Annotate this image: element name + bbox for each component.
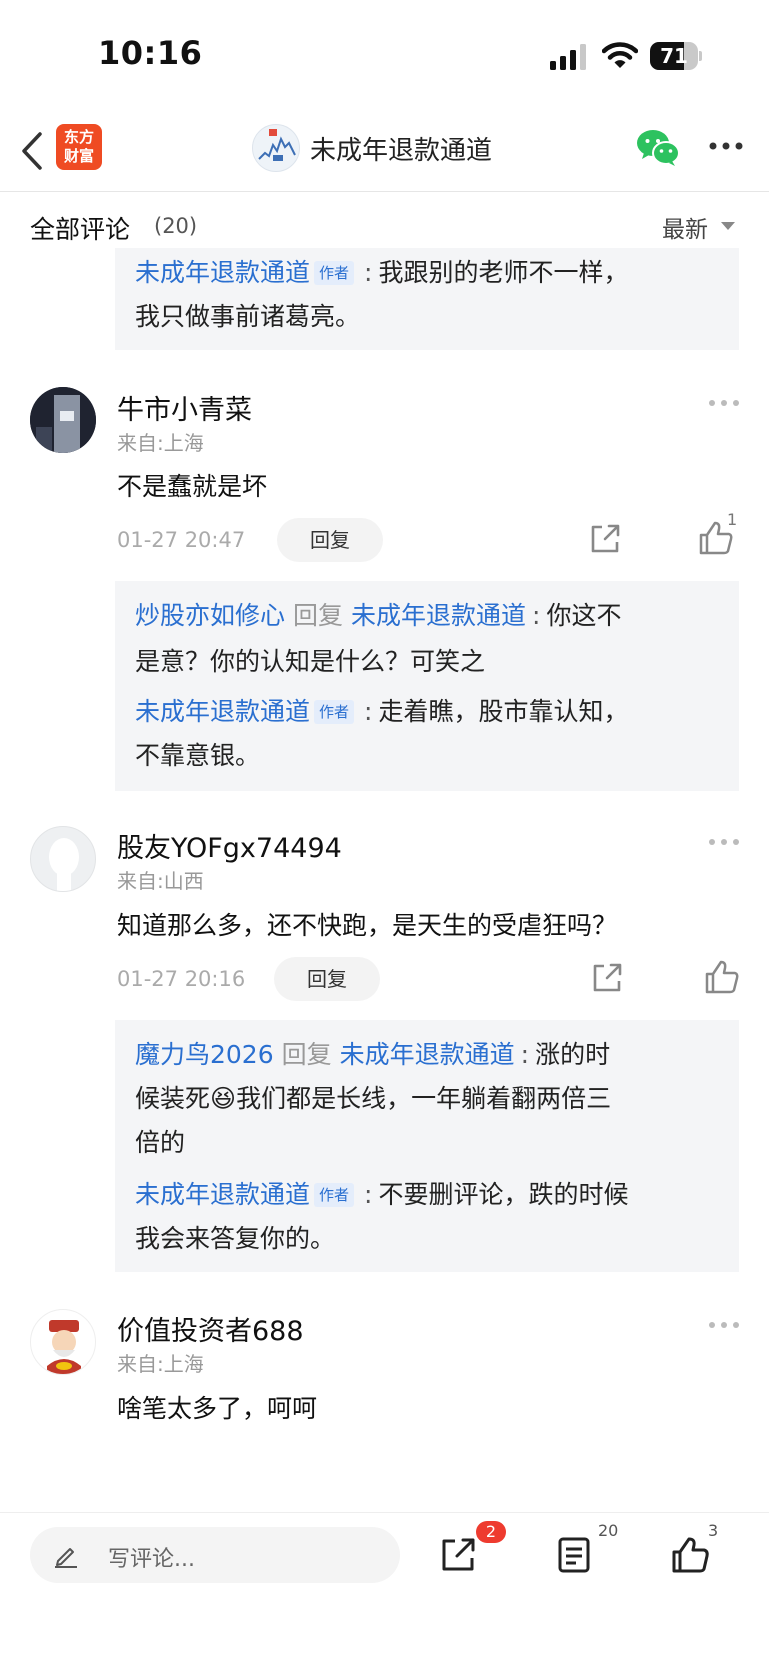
comment-username[interactable]: 价值投资者688	[117, 1309, 304, 1348]
author-badge: 作者	[314, 261, 355, 285]
status-time: 10:16	[98, 34, 203, 72]
comments-count: (20)	[154, 214, 198, 238]
reply-text-continuation: 我会来答复你的。	[135, 1224, 336, 1253]
share-badge: 2	[476, 1521, 506, 1543]
comment-text: 不是蠢就是坏	[117, 472, 268, 501]
stock-chart-avatar-icon	[258, 129, 296, 161]
sort-dropdown[interactable]: 最新	[662, 210, 708, 244]
reply-thread: 未成年退款通道 作者: 我跟别的老师不一样， 我只做事前诸葛亮。	[115, 248, 739, 350]
pencil-icon	[55, 1548, 77, 1568]
comment-time: 01-27 20:47	[117, 528, 246, 552]
avatar[interactable]	[30, 826, 96, 892]
reply-text-continuation: 不靠意银。	[135, 741, 261, 770]
reply-author[interactable]: 炒股亦如修心	[135, 601, 285, 630]
grinning-emoji-icon: 😆	[210, 1084, 237, 1113]
author-badge: 作者	[314, 700, 355, 724]
caret-down-icon[interactable]	[721, 222, 735, 230]
like-count: 1	[727, 510, 738, 529]
author-badge: 作者	[314, 1183, 355, 1207]
logo-line-1: 东方	[63, 128, 94, 146]
logo-line-2: 财富	[63, 147, 94, 165]
reply-text: 我跟别的老师不一样，	[378, 258, 629, 287]
reply-word: 回复	[281, 1040, 332, 1069]
cellular-signal-icon	[550, 44, 586, 70]
comments-title: 全部评论	[30, 215, 131, 244]
reply-word: 回复	[293, 601, 344, 630]
reply-text-part: 候装死	[135, 1084, 211, 1113]
reply-author[interactable]: 未成年退款通道	[135, 258, 310, 287]
reply-item[interactable]: 未成年退款通道 作者: 我跟别的老师不一样，	[135, 250, 725, 296]
comment-input[interactable]: 写评论...	[30, 1527, 400, 1583]
reply-text-continuation: 候装死😆我们都是长线，一年躺着翻两倍三	[135, 1076, 725, 1122]
wifi-icon	[602, 42, 638, 68]
reply-text-continuation: 倍的	[135, 1128, 186, 1157]
chevron-left-icon[interactable]	[14, 128, 54, 174]
reply-button[interactable]: 回复	[277, 518, 383, 562]
share-icon[interactable]	[590, 961, 624, 995]
reply-item[interactable]: 魔力鸟2026 回复 未成年退款通道: 涨的时	[135, 1032, 725, 1078]
reply-text-continuation: 是意？你的认知是什么？可笑之	[135, 647, 486, 676]
reply-target[interactable]: 未成年退款通道	[351, 601, 526, 630]
reply-author[interactable]: 未成年退款通道	[135, 697, 310, 726]
reply-author[interactable]: 未成年退款通道	[135, 1180, 310, 1209]
bottom-action-bar: 写评论... 2 20 3	[0, 1512, 769, 1665]
reply-button[interactable]: 回复	[274, 957, 380, 1001]
comment-text: 啥笔太多了，呵呵	[117, 1394, 318, 1423]
reply-item[interactable]: 炒股亦如修心 回复 未成年退款通道: 你这不	[135, 593, 725, 639]
reply-text: 不要删评论，跌的时候	[378, 1180, 629, 1209]
comment-count: 20	[598, 1521, 619, 1540]
comment-location: 来自:上海	[117, 431, 204, 455]
reply-author[interactable]: 魔力鸟2026	[135, 1040, 274, 1069]
like-count: 3	[708, 1521, 719, 1540]
avatar[interactable]	[30, 1309, 96, 1375]
reply-item[interactable]: 未成年退款通道 作者: 走着瞧，股市靠认知，	[135, 689, 725, 735]
comment-location: 来自:山西	[117, 869, 204, 893]
thumbs-up-icon[interactable]	[704, 959, 740, 995]
share-icon[interactable]	[438, 1535, 478, 1575]
comments-list-icon[interactable]	[556, 1535, 592, 1575]
reply-thread: 魔力鸟2026 回复 未成年退款通道: 涨的时 候装死😆我们都是长线，一年躺着翻两倍三…	[115, 1020, 739, 1272]
more-icon[interactable]	[708, 140, 744, 152]
battery-level: 71	[660, 44, 688, 68]
reply-text-part: 我们都是长线，一年躺着翻两倍三	[236, 1084, 612, 1113]
fortune-god-avatar-icon	[47, 1320, 81, 1374]
reply-thread: 炒股亦如修心 回复 未成年退款通道: 你这不 是意？你的认知是什么？可笑之 未成年退款…	[115, 581, 739, 791]
comment-time: 01-27 20:16	[117, 967, 246, 991]
thumbs-up-icon[interactable]	[670, 1535, 710, 1575]
wechat-icon[interactable]	[636, 128, 680, 168]
share-icon[interactable]	[588, 522, 622, 556]
more-options-icon[interactable]	[708, 399, 740, 407]
battery-icon: 71	[650, 42, 702, 70]
comment-username[interactable]: 股友YOFgx74494	[117, 826, 342, 865]
building-photo-avatar-icon	[30, 387, 96, 453]
reply-text: 走着瞧，股市靠认知，	[378, 697, 629, 726]
comment-placeholder: 写评论...	[108, 1547, 195, 1572]
status-bar: 10:16 71	[0, 0, 769, 110]
comment-location: 来自:上海	[117, 1352, 204, 1376]
reply-text-continuation: 我只做事前诸葛亮。	[135, 302, 361, 331]
app-logo[interactable]: 东方 财富	[56, 124, 102, 170]
reply-target[interactable]: 未成年退款通道	[340, 1040, 515, 1069]
reply-text: 涨的时	[535, 1040, 611, 1069]
reply-item[interactable]: 未成年退款通道 作者: 不要删评论，跌的时候	[135, 1172, 725, 1218]
comment-text: 知道那么多，还不快跑，是天生的受虐狂吗？	[117, 911, 618, 940]
page-title: 未成年退款通道	[310, 136, 493, 166]
more-options-icon[interactable]	[708, 1321, 740, 1329]
nav-bar: 东方 财富 未成年退款通道	[0, 110, 769, 192]
reply-text: 你这不	[546, 601, 622, 630]
comment-username[interactable]: 牛市小青菜	[117, 388, 252, 427]
avatar[interactable]	[30, 387, 96, 453]
default-avatar-icon	[49, 838, 79, 891]
more-options-icon[interactable]	[708, 838, 740, 846]
author-avatar[interactable]	[252, 124, 300, 172]
